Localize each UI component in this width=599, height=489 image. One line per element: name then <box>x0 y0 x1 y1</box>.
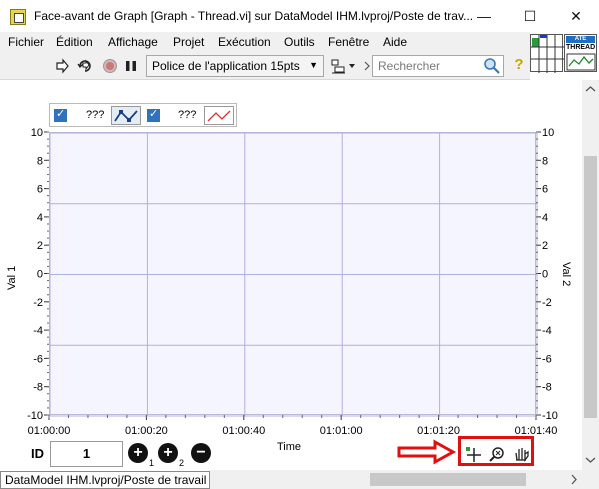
menu-edition[interactable]: Édition <box>56 35 93 49</box>
close-button[interactable]: ✕ <box>553 0 599 32</box>
scroll-right-icon[interactable] <box>568 470 580 489</box>
plot2-style-swatch[interactable] <box>204 106 234 125</box>
font-select-value: Police de l'application 15pts <box>152 59 300 73</box>
align-objects-icon[interactable] <box>331 58 359 74</box>
id-numeric-input[interactable]: 1 <box>50 441 123 467</box>
plot-legend: ??? ??? <box>49 103 237 127</box>
graph-palette-highlight <box>458 436 534 466</box>
status-bar-project: DataModel IHM.lvproj/Poste de travail <box>0 471 210 489</box>
y-axis-left-title: Val 1 <box>6 265 18 290</box>
plot1-label[interactable]: ??? <box>86 109 104 121</box>
graph-plot-area[interactable] <box>49 132 538 417</box>
font-select[interactable]: Police de l'application 15pts ▼ <box>146 55 324 77</box>
menu-fichier[interactable]: Fichier <box>8 35 44 49</box>
scroll-down-icon[interactable] <box>582 454 599 466</box>
minimize-button[interactable]: — <box>461 0 507 32</box>
y-axis-right-title: Val 2 <box>560 262 572 287</box>
window-title: Face-avant de Graph [Graph - Thread.vi] … <box>34 9 474 23</box>
connector-pane[interactable] <box>530 34 564 73</box>
cursor-crosshair-icon[interactable] <box>465 445 483 463</box>
add-plot-2-subscript: 2 <box>179 458 185 468</box>
connector-pane-grid-icon <box>531 35 564 73</box>
menu-aide[interactable]: Aide <box>383 35 407 49</box>
run-continuously-icon[interactable] <box>77 58 91 72</box>
zoom-magnifier-icon[interactable] <box>488 445 506 463</box>
plot1-visible-checkbox[interactable] <box>54 107 67 122</box>
vi-icon-line2: THREAD <box>566 44 596 51</box>
graph-waveform-icon <box>566 53 596 71</box>
chevron-down-icon: ▼ <box>309 60 318 70</box>
horizontal-scroll-thumb[interactable] <box>370 473 526 486</box>
menu-affichage[interactable]: Affichage <box>108 35 158 49</box>
x-axis-title: Time <box>277 441 302 453</box>
scroll-corner <box>582 470 599 489</box>
id-label: ID <box>31 446 44 461</box>
abort-icon[interactable] <box>102 58 117 73</box>
vertical-scroll-thumb[interactable] <box>584 156 597 418</box>
vi-thread-icon[interactable]: ATE THREAD <box>564 34 597 72</box>
annotation-arrow-icon <box>397 439 457 465</box>
pause-icon[interactable] <box>124 59 138 73</box>
context-help-icon[interactable]: ? <box>511 56 527 74</box>
title-bar: Face-avant de Graph [Graph - Thread.vi] … <box>0 0 599 32</box>
vertical-scrollbar[interactable] <box>582 80 599 470</box>
search-icon[interactable] <box>483 57 500 74</box>
add-plot-1-subscript: 1 <box>149 458 155 468</box>
run-arrow-icon[interactable] <box>55 58 69 74</box>
maximize-button[interactable]: ☐ <box>507 0 553 32</box>
plot2-line-icon <box>207 110 231 122</box>
labview-vi-icon <box>10 9 26 25</box>
expand-arrow-icon[interactable] <box>364 61 370 75</box>
add-plot-1-button[interactable]: + <box>128 443 148 463</box>
toolbar: Police de l'application 15pts ▼ Recherch… <box>0 52 530 80</box>
plot2-label[interactable]: ??? <box>178 109 196 121</box>
plot1-line-icon <box>112 107 140 124</box>
vi-icon-line1: ATE <box>566 36 595 43</box>
horizontal-scrollbar[interactable] <box>210 470 582 489</box>
menu-execution[interactable]: Exécution <box>218 35 271 49</box>
plot2-visible-checkbox[interactable] <box>147 107 160 122</box>
remove-plot-button[interactable]: − <box>191 443 211 463</box>
menu-bar: Fichier Édition Affichage Projet Exécuti… <box>0 32 530 52</box>
plot-grid <box>49 132 538 417</box>
menu-outils[interactable]: Outils <box>284 35 315 49</box>
menu-projet[interactable]: Projet <box>173 35 204 49</box>
plot1-style-swatch[interactable] <box>111 106 141 125</box>
scroll-up-icon[interactable] <box>582 83 599 95</box>
pan-hand-icon[interactable] <box>512 445 530 463</box>
add-plot-2-button[interactable]: + <box>158 443 178 463</box>
menu-fenetre[interactable]: Fenêtre <box>328 35 369 49</box>
